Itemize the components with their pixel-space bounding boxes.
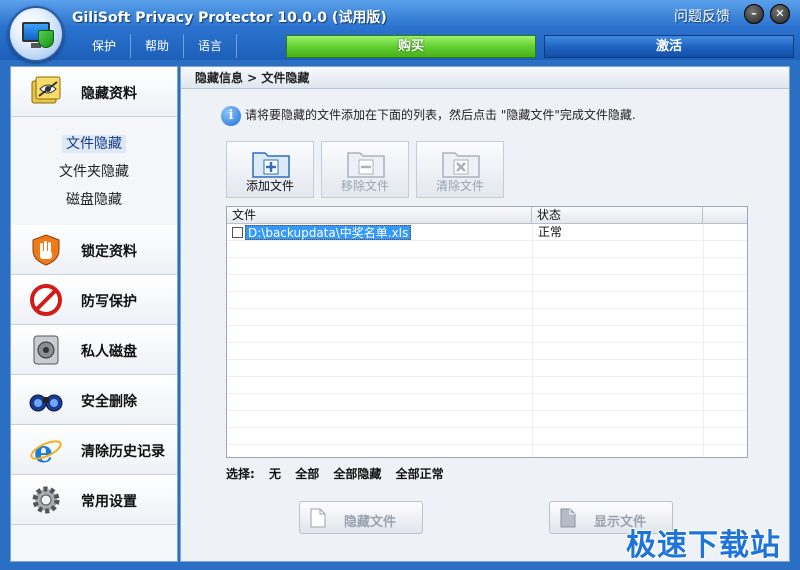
app-logo-icon [8,6,64,62]
table-row-empty [227,275,747,292]
table-row-empty [227,326,747,343]
nav-settings-label: 常用设置 [81,494,137,510]
folder-remove-icon [347,152,385,178]
table-row-empty [227,394,747,411]
feedback-link[interactable]: 问题反馈 [674,6,730,26]
main-panel: 隐藏信息 > 文件隐藏 i 请将要隐藏的文件添加在下面的列表，然后点击 "隐藏文件… [180,66,790,562]
info-row: i 请将要隐藏的文件添加在下面的列表，然后点击 "隐藏文件"完成文件隐藏. [221,104,636,126]
sub-item-file-hide[interactable]: 文件隐藏 [11,131,177,157]
buy-button[interactable]: 购买 [286,35,536,58]
folder-clear-icon [442,152,480,178]
nav-hide-data-label: 隐藏资料 [81,86,137,102]
nav-lock-data[interactable]: 锁定资料 [11,225,177,275]
ie-browser-icon: e [30,435,62,467]
table-header: 文件 状态 [227,207,747,224]
row-checkbox[interactable] [232,227,243,238]
table-row-empty [227,343,747,360]
clear-files-label: 清除文件 [435,179,484,193]
watermark: 极速下载站 [626,528,781,563]
remove-file-button[interactable]: 移除文件 [321,141,409,198]
select-label: 选择: [226,467,255,481]
menu-bar: 保护 帮助 语言 [66,34,238,58]
sub-item-disk-hide[interactable]: 磁盘隐藏 [11,187,177,213]
table-row[interactable]: D:\backupdata\中奖名单.xls 正常 [227,224,747,241]
nav-hide-data[interactable]: 隐藏资料 [11,67,177,117]
breadcrumb: 隐藏信息 > 文件隐藏 [181,67,789,89]
hide-files-button[interactable]: 隐藏文件 [299,501,423,534]
menu-protect[interactable]: 保护 [66,34,132,58]
sub-item-folder-hide[interactable]: 文件夹隐藏 [11,159,177,185]
sidebar: 隐藏资料 文件隐藏 文件夹隐藏 磁盘隐藏 锁定资料 防写保护 私人磁盘 安全删除… [10,66,178,562]
table-row-empty [227,292,747,309]
binoculars-icon [29,394,63,412]
activate-button[interactable]: 激活 [544,35,794,58]
select-all[interactable]: 全部 [295,467,319,481]
nav-clear-history[interactable]: e 清除历史记录 [11,425,177,475]
app-title: GiliSoft Privacy Protector 10.0.0 (试用版) [72,10,387,26]
add-file-label: 添加文件 [245,179,294,193]
sub-item-label: 文件隐藏 [62,135,126,153]
hide-files-label: 隐藏文件 [344,515,397,530]
table-row-empty [227,258,747,275]
info-text: 请将要隐藏的文件添加在下面的列表，然后点击 "隐藏文件"完成文件隐藏. [245,108,636,122]
table-row-empty [227,428,747,445]
title-bar: GiliSoft Privacy Protector 10.0.0 (试用版) … [0,0,800,60]
minimize-button[interactable]: – [744,4,764,24]
nav-clear-history-label: 清除历史记录 [81,444,165,460]
table-row-empty [227,241,747,258]
close-button[interactable]: ✕ [770,4,790,24]
gear-icon [32,486,60,514]
nav-write-protect[interactable]: 防写保护 [11,275,177,325]
table-row-empty [227,309,747,326]
row-file-path: D:\backupdata\中奖名单.xls [245,225,412,240]
document-filled-icon [560,508,576,528]
select-all-hidden[interactable]: 全部隐藏 [333,467,381,481]
folder-add-icon [252,152,290,178]
select-none[interactable]: 无 [269,467,281,481]
nav-secure-delete[interactable]: 安全删除 [11,375,177,425]
file-table: 文件 状态 D:\backupdata\中奖名单.xls 正常 [226,206,748,458]
nav-private-disk[interactable]: 私人磁盘 [11,325,177,375]
select-all-normal[interactable]: 全部正常 [396,467,444,481]
no-entry-icon [30,284,62,316]
menu-language[interactable]: 语言 [184,34,238,58]
document-icon [310,508,326,528]
clear-files-button[interactable]: 清除文件 [416,141,504,198]
safe-disk-icon [33,335,59,365]
lock-hand-icon [32,234,60,266]
nav-secure-delete-label: 安全删除 [81,394,137,410]
nav-private-disk-label: 私人磁盘 [81,344,137,360]
nav-write-protect-label: 防写保护 [81,294,137,310]
row-status: 正常 [538,225,563,239]
svg-text:e: e [34,435,53,467]
table-row-empty [227,411,747,428]
remove-file-label: 移除文件 [340,179,389,193]
nav-settings[interactable]: 常用设置 [11,475,177,525]
table-row-empty [227,377,747,394]
menu-help[interactable]: 帮助 [131,34,185,58]
selection-row: 选择: 无 全部 全部隐藏 全部正常 [226,465,454,482]
hide-data-icon [31,76,61,104]
column-header-status[interactable]: 状态 [532,207,703,223]
info-icon: i [221,105,241,126]
nav-lock-data-label: 锁定资料 [81,244,137,260]
column-header-file[interactable]: 文件 [227,207,532,223]
table-row-empty [227,360,747,377]
add-file-button[interactable]: 添加文件 [226,141,314,198]
